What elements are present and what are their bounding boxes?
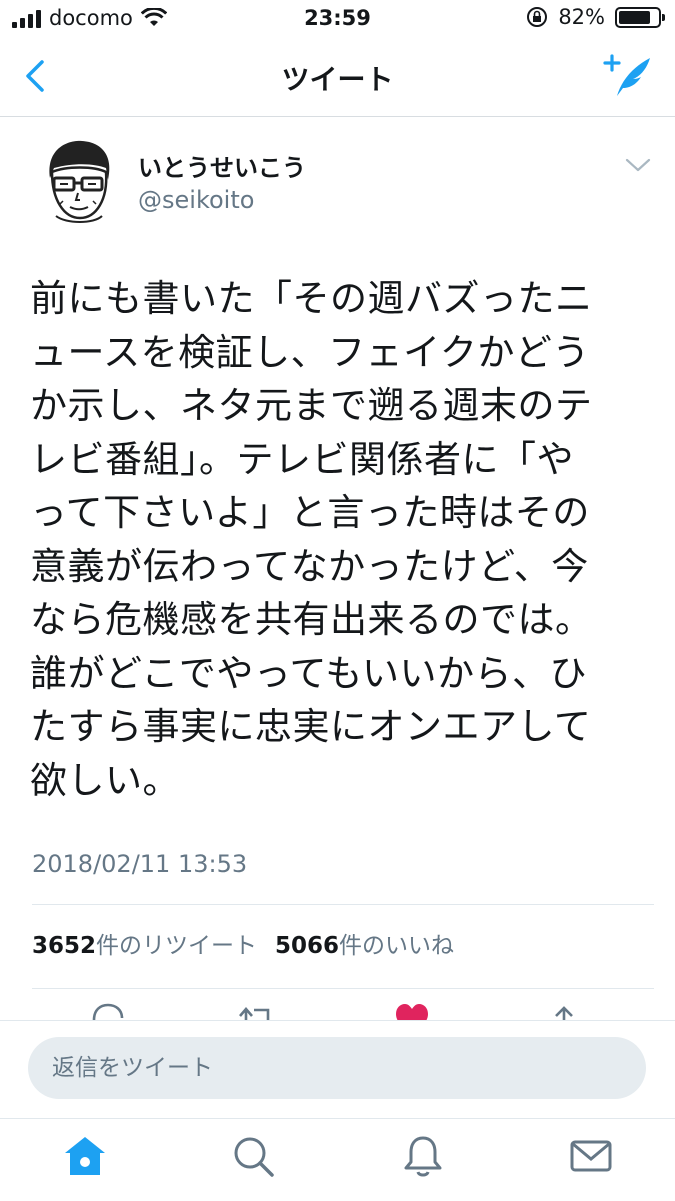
tweet-text-line: 誰がどこでやってもいいから、ひ bbox=[30, 651, 587, 695]
messages-icon[interactable] bbox=[568, 1133, 614, 1179]
retweets-count: 3652 bbox=[32, 933, 97, 959]
divider bbox=[32, 904, 654, 905]
search-icon[interactable] bbox=[230, 1133, 276, 1179]
tweet-text-line: か示し、ネタ元まで遡る週末のテ bbox=[30, 384, 593, 427]
compose-tweet-icon[interactable] bbox=[603, 52, 653, 98]
share-icon[interactable] bbox=[544, 1000, 584, 1022]
like-heart-icon[interactable] bbox=[392, 1000, 432, 1022]
page-title: ツイート bbox=[281, 63, 394, 96]
reply-icon[interactable] bbox=[88, 1000, 128, 1022]
nav-bar: ツイート bbox=[0, 38, 675, 117]
tweet-header: いとうせいこう @seikoito bbox=[36, 138, 656, 238]
user-handle[interactable]: @seikoito bbox=[138, 186, 254, 214]
status-right: 82% bbox=[526, 5, 665, 29]
tweet-actions bbox=[0, 1000, 675, 1022]
reply-bar: 返信をツイート bbox=[0, 1020, 675, 1119]
status-bar: docomo 23:59 82% bbox=[0, 0, 675, 38]
home-icon[interactable] bbox=[62, 1133, 108, 1179]
likes-stat[interactable]: 5066件のいいね bbox=[275, 933, 454, 959]
avatar[interactable] bbox=[36, 138, 122, 224]
notifications-icon[interactable] bbox=[400, 1133, 446, 1179]
avatar-illustration bbox=[36, 138, 122, 224]
battery-percent: 82% bbox=[558, 5, 605, 29]
tweet-text-line: レビ番組」。テレビ関係者に「や bbox=[30, 437, 574, 481]
tweet-stats: 3652件のリツイート 5066件のいいね bbox=[32, 926, 454, 960]
tweet-timestamp[interactable]: 2018/02/11 13:53 bbox=[32, 850, 247, 878]
tweet-text-line: なら危機感を共有出来るのでは。 bbox=[30, 598, 593, 641]
tweet-text: 前にも書いた「その週バズったニ ュースを検証し、フェイクかどう か示し、ネタ元まで遡… bbox=[30, 272, 648, 807]
reply-input[interactable]: 返信をツイート bbox=[28, 1037, 646, 1099]
battery-icon bbox=[615, 6, 665, 28]
rotation-lock-icon bbox=[527, 7, 548, 27]
display-name[interactable]: いとうせいこう bbox=[138, 148, 306, 183]
tweet-text-line: ュースを検証し、フェイクかどう bbox=[30, 330, 590, 374]
likes-label: 件のいいね bbox=[339, 933, 455, 959]
tweet-text-line: 前にも書いた「その週バズったニ bbox=[30, 277, 593, 320]
tweet-text-line: たすら事実に忠実にオンエアして bbox=[30, 705, 592, 748]
retweets-stat[interactable]: 3652件のリツイート bbox=[32, 933, 257, 959]
retweet-icon[interactable] bbox=[236, 1000, 276, 1022]
divider bbox=[32, 988, 654, 989]
tweet-text-line: 欲しい。 bbox=[30, 758, 180, 802]
battery-level bbox=[619, 10, 651, 24]
tweet-text-line: 意義が伝わってなかったけど、今 bbox=[30, 544, 589, 588]
retweets-label: 件のリツイート bbox=[96, 933, 258, 959]
tab-bar bbox=[0, 1118, 675, 1201]
chevron-down-icon[interactable] bbox=[624, 156, 652, 174]
likes-count: 5066 bbox=[275, 933, 340, 959]
tweet-text-line: って下さいよ」と言った時はその bbox=[30, 491, 590, 534]
